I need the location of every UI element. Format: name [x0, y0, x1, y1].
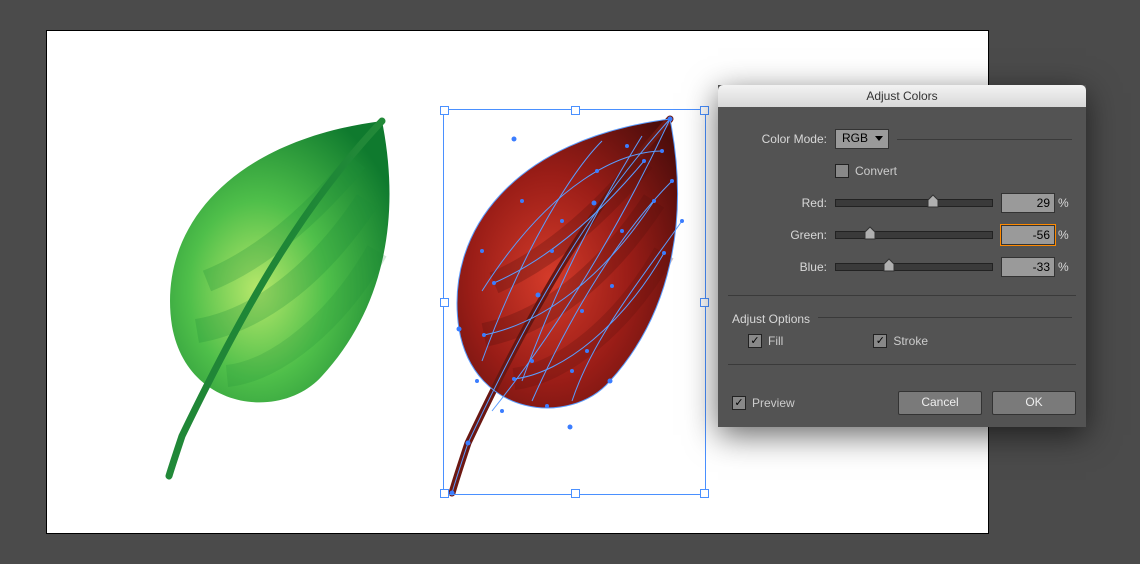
- green-label: Green:: [732, 228, 835, 242]
- selection-handle[interactable]: [440, 298, 449, 307]
- ok-button[interactable]: OK: [992, 391, 1076, 415]
- dialog-title[interactable]: Adjust Colors: [718, 85, 1086, 107]
- fill-label: Fill: [768, 334, 783, 348]
- cancel-button[interactable]: Cancel: [898, 391, 982, 415]
- selection-handle[interactable]: [571, 106, 580, 115]
- stroke-checkbox[interactable]: [873, 334, 887, 348]
- adjust-colors-dialog[interactable]: Adjust Colors Color Mode: RGB Convert Re…: [718, 85, 1086, 427]
- convert-label: Convert: [855, 164, 897, 178]
- stroke-label: Stroke: [893, 334, 928, 348]
- preview-checkbox[interactable]: [732, 396, 746, 410]
- adjust-options-title: Adjust Options: [732, 312, 810, 326]
- convert-checkbox[interactable]: [835, 164, 849, 178]
- fill-checkbox[interactable]: [748, 334, 762, 348]
- blue-label: Blue:: [732, 260, 835, 274]
- divider: [818, 317, 1072, 318]
- selection-handle[interactable]: [440, 489, 449, 498]
- selection-handle[interactable]: [571, 489, 580, 498]
- selection-handle[interactable]: [700, 489, 709, 498]
- red-label: Red:: [732, 196, 835, 210]
- selection-bounds[interactable]: [443, 109, 706, 495]
- green-slider[interactable]: [835, 231, 993, 239]
- divider: [897, 139, 1072, 140]
- color-mode-select[interactable]: RGB: [835, 129, 889, 149]
- preview-label: Preview: [752, 396, 795, 410]
- red-value[interactable]: 29: [1001, 193, 1055, 213]
- color-mode-label: Color Mode:: [732, 132, 835, 146]
- red-slider[interactable]: [835, 199, 993, 207]
- selection-handle[interactable]: [700, 106, 709, 115]
- green-value[interactable]: -56: [1001, 225, 1055, 245]
- selection-handle[interactable]: [440, 106, 449, 115]
- selection-handle[interactable]: [700, 298, 709, 307]
- sample-leaf-green: [137, 111, 417, 481]
- blue-slider[interactable]: [835, 263, 993, 271]
- blue-value[interactable]: -33: [1001, 257, 1055, 277]
